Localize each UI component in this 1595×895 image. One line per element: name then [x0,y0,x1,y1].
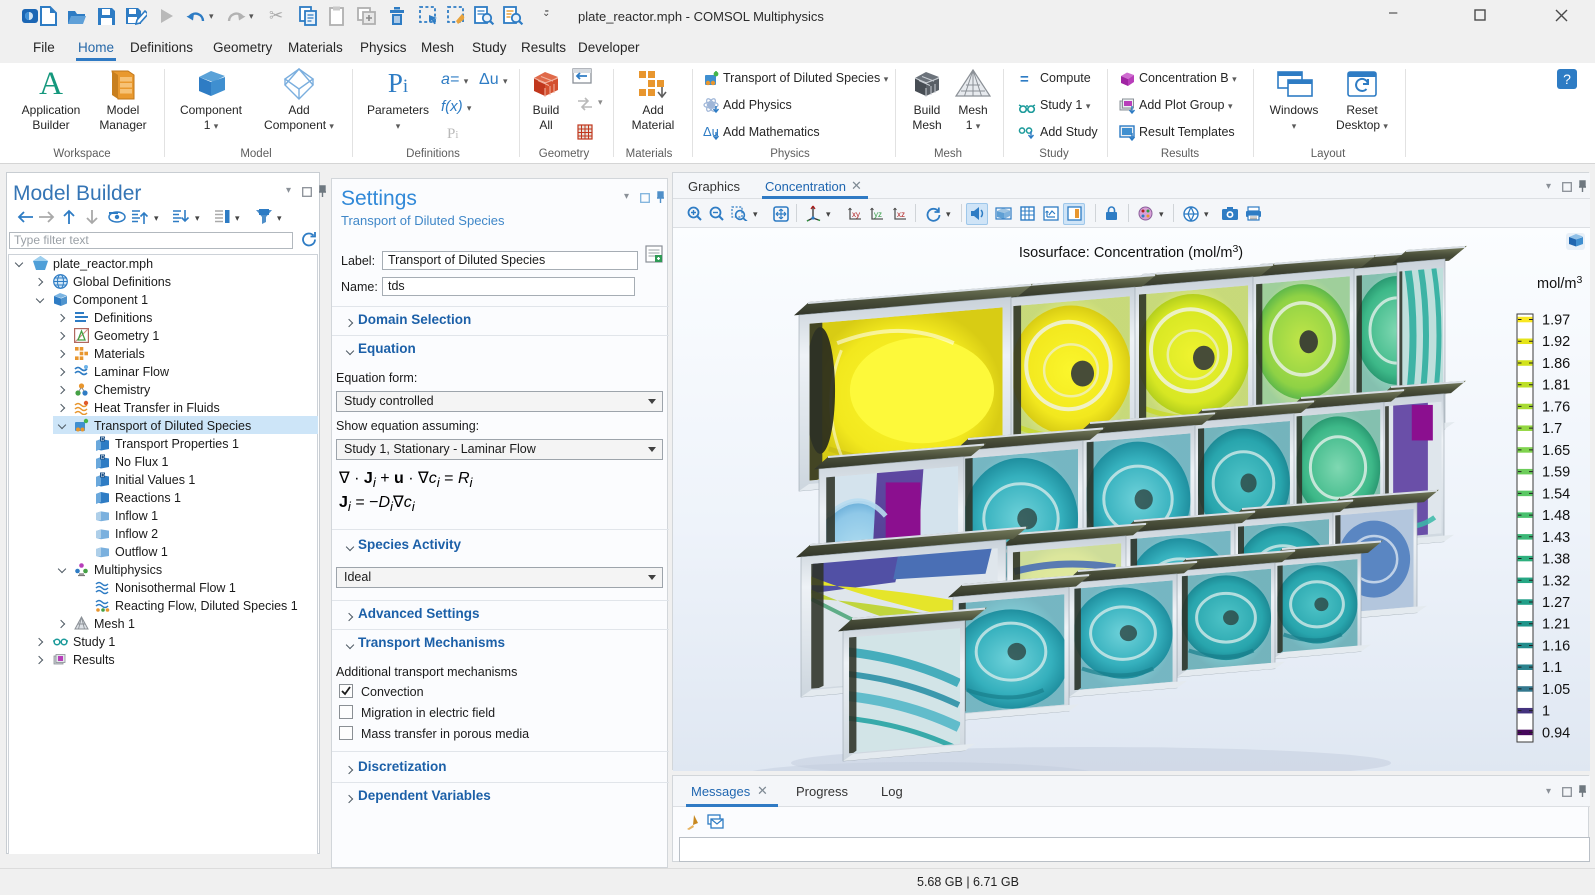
svg-text:1.21: 1.21 [1542,617,1570,633]
svg-text:D: D [101,437,105,443]
svg-text:1.97: 1.97 [1542,313,1570,329]
svg-text:1.7: 1.7 [1542,421,1562,437]
svg-text:0.94: 0.94 [1542,725,1570,741]
svg-text:1.92: 1.92 [1542,334,1570,350]
svg-text:1.59: 1.59 [1542,465,1570,481]
svg-text:1.81: 1.81 [1542,378,1570,394]
svg-text:1.38: 1.38 [1542,552,1570,568]
svg-text:yz: yz [874,210,882,219]
svg-text:D: D [101,455,105,461]
svg-text:1.86: 1.86 [1542,356,1570,372]
svg-text:1.16: 1.16 [1542,638,1570,654]
svg-text:1.48: 1.48 [1542,508,1570,524]
svg-text:xz: xz [897,210,905,219]
svg-text:1.27: 1.27 [1542,595,1570,611]
svg-text:1.32: 1.32 [1542,573,1570,589]
svg-text:1.43: 1.43 [1542,530,1570,546]
svg-text:mol/m3: mol/m3 [1537,274,1582,292]
svg-text:1.54: 1.54 [1542,486,1570,502]
svg-text:1.76: 1.76 [1542,399,1570,415]
svg-text:Isosurface: Concentration (mol: Isosurface: Concentration (mol/m3) [1019,243,1243,261]
svg-text:1.65: 1.65 [1542,443,1570,459]
svg-text:D: D [101,473,105,479]
svg-text:1: 1 [1542,704,1550,720]
svg-text:1.05: 1.05 [1542,682,1570,698]
svg-text:xy: xy [852,210,860,219]
svg-text:1.1: 1.1 [1542,660,1562,676]
